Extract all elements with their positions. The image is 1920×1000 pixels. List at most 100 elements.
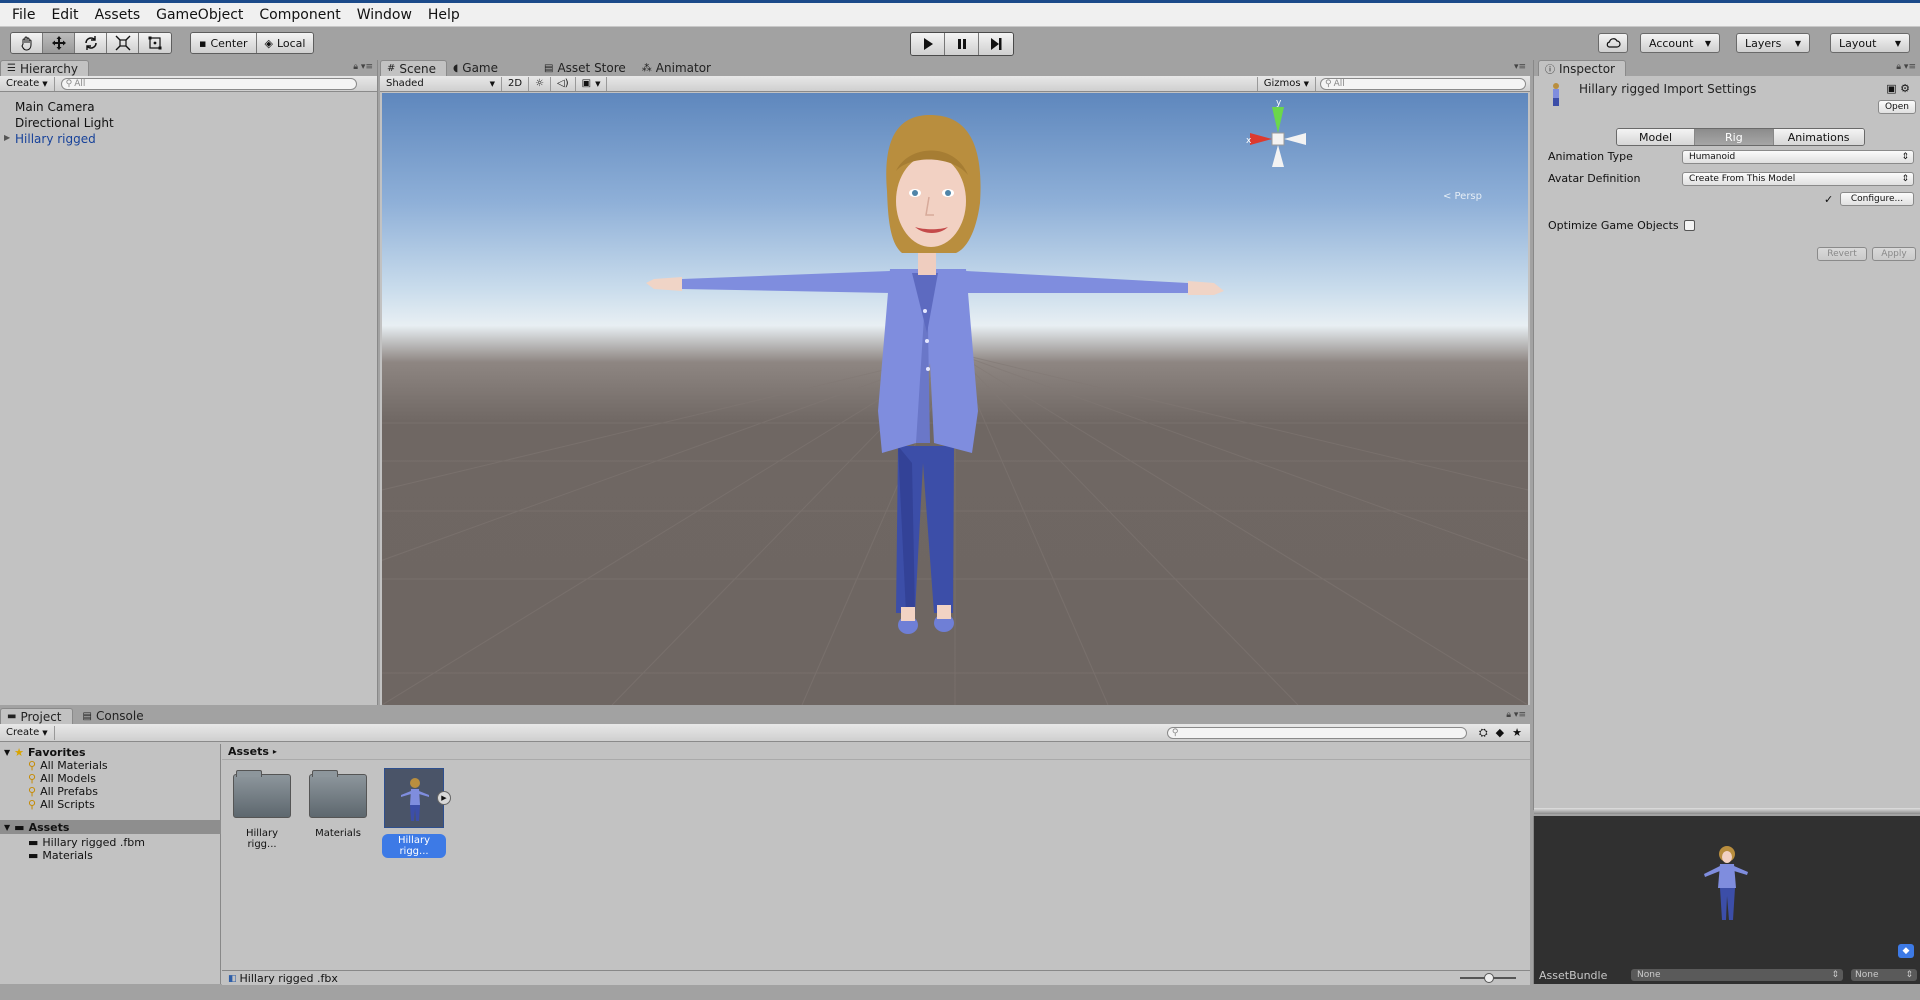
open-button[interactable]: Open — [1878, 100, 1916, 114]
character-model[interactable] — [646, 115, 1224, 634]
move-tool-button[interactable] — [43, 33, 75, 53]
folder-hillary-rigged-fbm[interactable]: ▬ Hillary rigged .fbm — [28, 836, 145, 849]
menu-component[interactable]: Component — [251, 7, 348, 23]
layout-dropdown[interactable]: Layout ▼ — [1830, 33, 1910, 53]
hierarchy-item-main-camera[interactable]: Main Camera — [15, 100, 95, 114]
hierarchy-search-input[interactable]: ⚲ All — [60, 77, 357, 90]
tab-project-label: Project — [20, 709, 62, 724]
tab-project[interactable]: ▬ Project — [0, 708, 73, 724]
hierarchy-item-hillary-rigged[interactable]: Hillary rigged — [15, 132, 96, 146]
tab-scene[interactable]: # Scene — [380, 60, 447, 76]
model-preview[interactable]: ◆ — [1533, 816, 1920, 984]
panel-lock-icon[interactable]: 🔒︎ ▾≡ — [1506, 710, 1526, 720]
favorite-label: All Scripts — [40, 798, 95, 811]
scale-tool-button[interactable] — [107, 33, 139, 53]
configure-check-icon: ✓ — [1824, 193, 1834, 206]
tab-asset-store-label: Asset Store — [557, 61, 626, 75]
rect-tool-button[interactable] — [139, 33, 171, 53]
favorite-all-materials[interactable]: ⚲ All Materials — [28, 759, 108, 772]
layers-dropdown[interactable]: Layers ▼ — [1736, 33, 1810, 53]
asset-tile-materials-folder[interactable]: Materials — [306, 770, 370, 839]
assets-label: Assets — [28, 821, 70, 834]
hierarchy-create-button[interactable]: Create ▼ — [0, 76, 55, 91]
menu-window[interactable]: Window — [349, 7, 420, 23]
pivot-local-button[interactable]: ◈ Local — [256, 33, 314, 53]
menu-assets[interactable]: Assets — [87, 7, 149, 23]
preview-character — [1704, 846, 1748, 920]
filter-by-label-icon[interactable]: ◆ — [1496, 726, 1504, 739]
panel-lock-icon[interactable]: 🔒︎ ▾≡ — [353, 62, 373, 72]
scene-effects-dropdown[interactable]: ▣ ▼ — [576, 76, 608, 91]
expand-subassets-icon[interactable]: ▶ — [437, 791, 451, 805]
asset-tile-hillary-fbm-folder[interactable]: Hillary rigg... — [230, 770, 294, 850]
panel-lock-icon[interactable]: 🔒︎ ▾≡ — [1896, 62, 1916, 72]
menu-bar: File Edit Assets GameObject Component Wi… — [0, 3, 1920, 27]
panel-menu-icon[interactable]: ▾≡ — [1514, 62, 1526, 72]
tab-rig[interactable]: Rig — [1695, 129, 1774, 145]
hand-tool-button[interactable] — [11, 33, 43, 53]
configure-button[interactable]: Configure... — [1840, 192, 1914, 206]
expand-arrow-icon[interactable]: ▶ — [4, 133, 10, 142]
inspector-settings-icon[interactable]: ▣ ⚙ — [1886, 82, 1910, 95]
tab-animator[interactable]: ⁂ Animator — [636, 60, 721, 76]
tab-game[interactable]: ◖ Game — [447, 60, 508, 76]
scene-lighting-toggle[interactable]: ☼ — [529, 76, 552, 91]
gizmos-dropdown[interactable]: Gizmos ▼ — [1256, 76, 1316, 91]
slider-thumb[interactable] — [1484, 973, 1494, 983]
scene-viewport[interactable]: x y < Persp — [382, 93, 1528, 705]
tab-animations[interactable]: Animations — [1773, 129, 1864, 145]
tab-console[interactable]: ▤ Console — [77, 708, 154, 724]
scene-audio-toggle[interactable]: ◁) — [551, 76, 576, 91]
asset-tile-hillary-model[interactable]: ▶ Hillary rigg... — [382, 768, 451, 858]
asset-label-icon[interactable]: ◆ — [1898, 944, 1914, 958]
favorite-all-models[interactable]: ⚲ All Models — [28, 772, 96, 785]
shading-mode-dropdown[interactable]: Shaded ▼ — [380, 76, 502, 91]
assets-node[interactable]: ▼ ▬ Assets — [4, 821, 69, 834]
revert-button[interactable]: Revert — [1817, 247, 1867, 261]
mode-2d-toggle[interactable]: 2D — [502, 76, 530, 91]
tab-inspector[interactable]: ⓘ Inspector — [1538, 60, 1626, 76]
scene-search-input[interactable]: ⚲ All — [1320, 77, 1526, 90]
project-create-button[interactable]: Create ▼ — [0, 725, 55, 740]
tab-hierarchy[interactable]: ☰ Hierarchy — [0, 60, 89, 76]
folder-materials[interactable]: ▬ Materials — [28, 849, 93, 862]
menu-help[interactable]: Help — [420, 7, 468, 23]
optimize-game-objects-checkbox[interactable] — [1684, 220, 1695, 231]
assetbundle-variant-dropdown[interactable]: None ⇕ — [1851, 969, 1917, 981]
menu-file[interactable]: File — [4, 7, 43, 23]
account-dropdown[interactable]: Account ▼ — [1640, 33, 1720, 53]
pause-button[interactable] — [945, 33, 979, 55]
breadcrumb-assets[interactable]: Assets — [228, 745, 269, 758]
scene-orientation-gizmo[interactable]: x y — [1246, 98, 1306, 167]
apply-button[interactable]: Apply — [1872, 247, 1916, 261]
pivot-center-button[interactable]: ▪ Center — [191, 33, 257, 53]
menu-edit[interactable]: Edit — [43, 7, 86, 23]
favorite-star-icon[interactable]: ★ — [1512, 726, 1522, 739]
rotate-tool-button[interactable] — [75, 33, 107, 53]
dropdown-arrow-icon: ▼ — [1794, 38, 1801, 48]
persp-label[interactable]: < Persp — [1443, 191, 1482, 202]
favorite-all-prefabs[interactable]: ⚲ All Prefabs — [28, 785, 98, 798]
play-button[interactable] — [911, 33, 945, 55]
rect-transform-icon — [148, 36, 162, 50]
assetbundle-dropdown[interactable]: None ⇕ — [1631, 969, 1843, 981]
menu-gameobject[interactable]: GameObject — [148, 7, 251, 23]
folder-icon: ▬ — [7, 711, 17, 722]
project-search-input[interactable]: ⚲ — [1166, 726, 1467, 739]
tab-inspector-label: Inspector — [1559, 61, 1615, 76]
favorites-node[interactable]: ▼ ★ Favorites — [4, 746, 86, 759]
avatar-definition-dropdown[interactable]: Create From This Model ⇕ — [1682, 172, 1914, 186]
filter-by-type-icon[interactable]: ⛭ — [1479, 726, 1488, 740]
preview-splitter[interactable] — [1534, 808, 1920, 814]
import-tabs: Model Rig Animations — [1616, 128, 1865, 146]
step-button[interactable] — [979, 33, 1013, 55]
hierarchy-item-directional-light[interactable]: Directional Light — [15, 116, 114, 130]
tab-asset-store[interactable]: ▤ Asset Store — [538, 60, 636, 76]
play-icon — [923, 38, 933, 50]
cloud-button[interactable] — [1598, 33, 1628, 53]
project-folder-tree: ▼ ★ Favorites ⚲ All Materials ⚲ All Models… — [0, 744, 221, 984]
favorite-all-scripts[interactable]: ⚲ All Scripts — [28, 798, 95, 811]
tab-model[interactable]: Model — [1617, 129, 1696, 145]
animation-type-dropdown[interactable]: Humanoid ⇕ — [1682, 150, 1914, 164]
playback-controls — [910, 32, 1014, 56]
